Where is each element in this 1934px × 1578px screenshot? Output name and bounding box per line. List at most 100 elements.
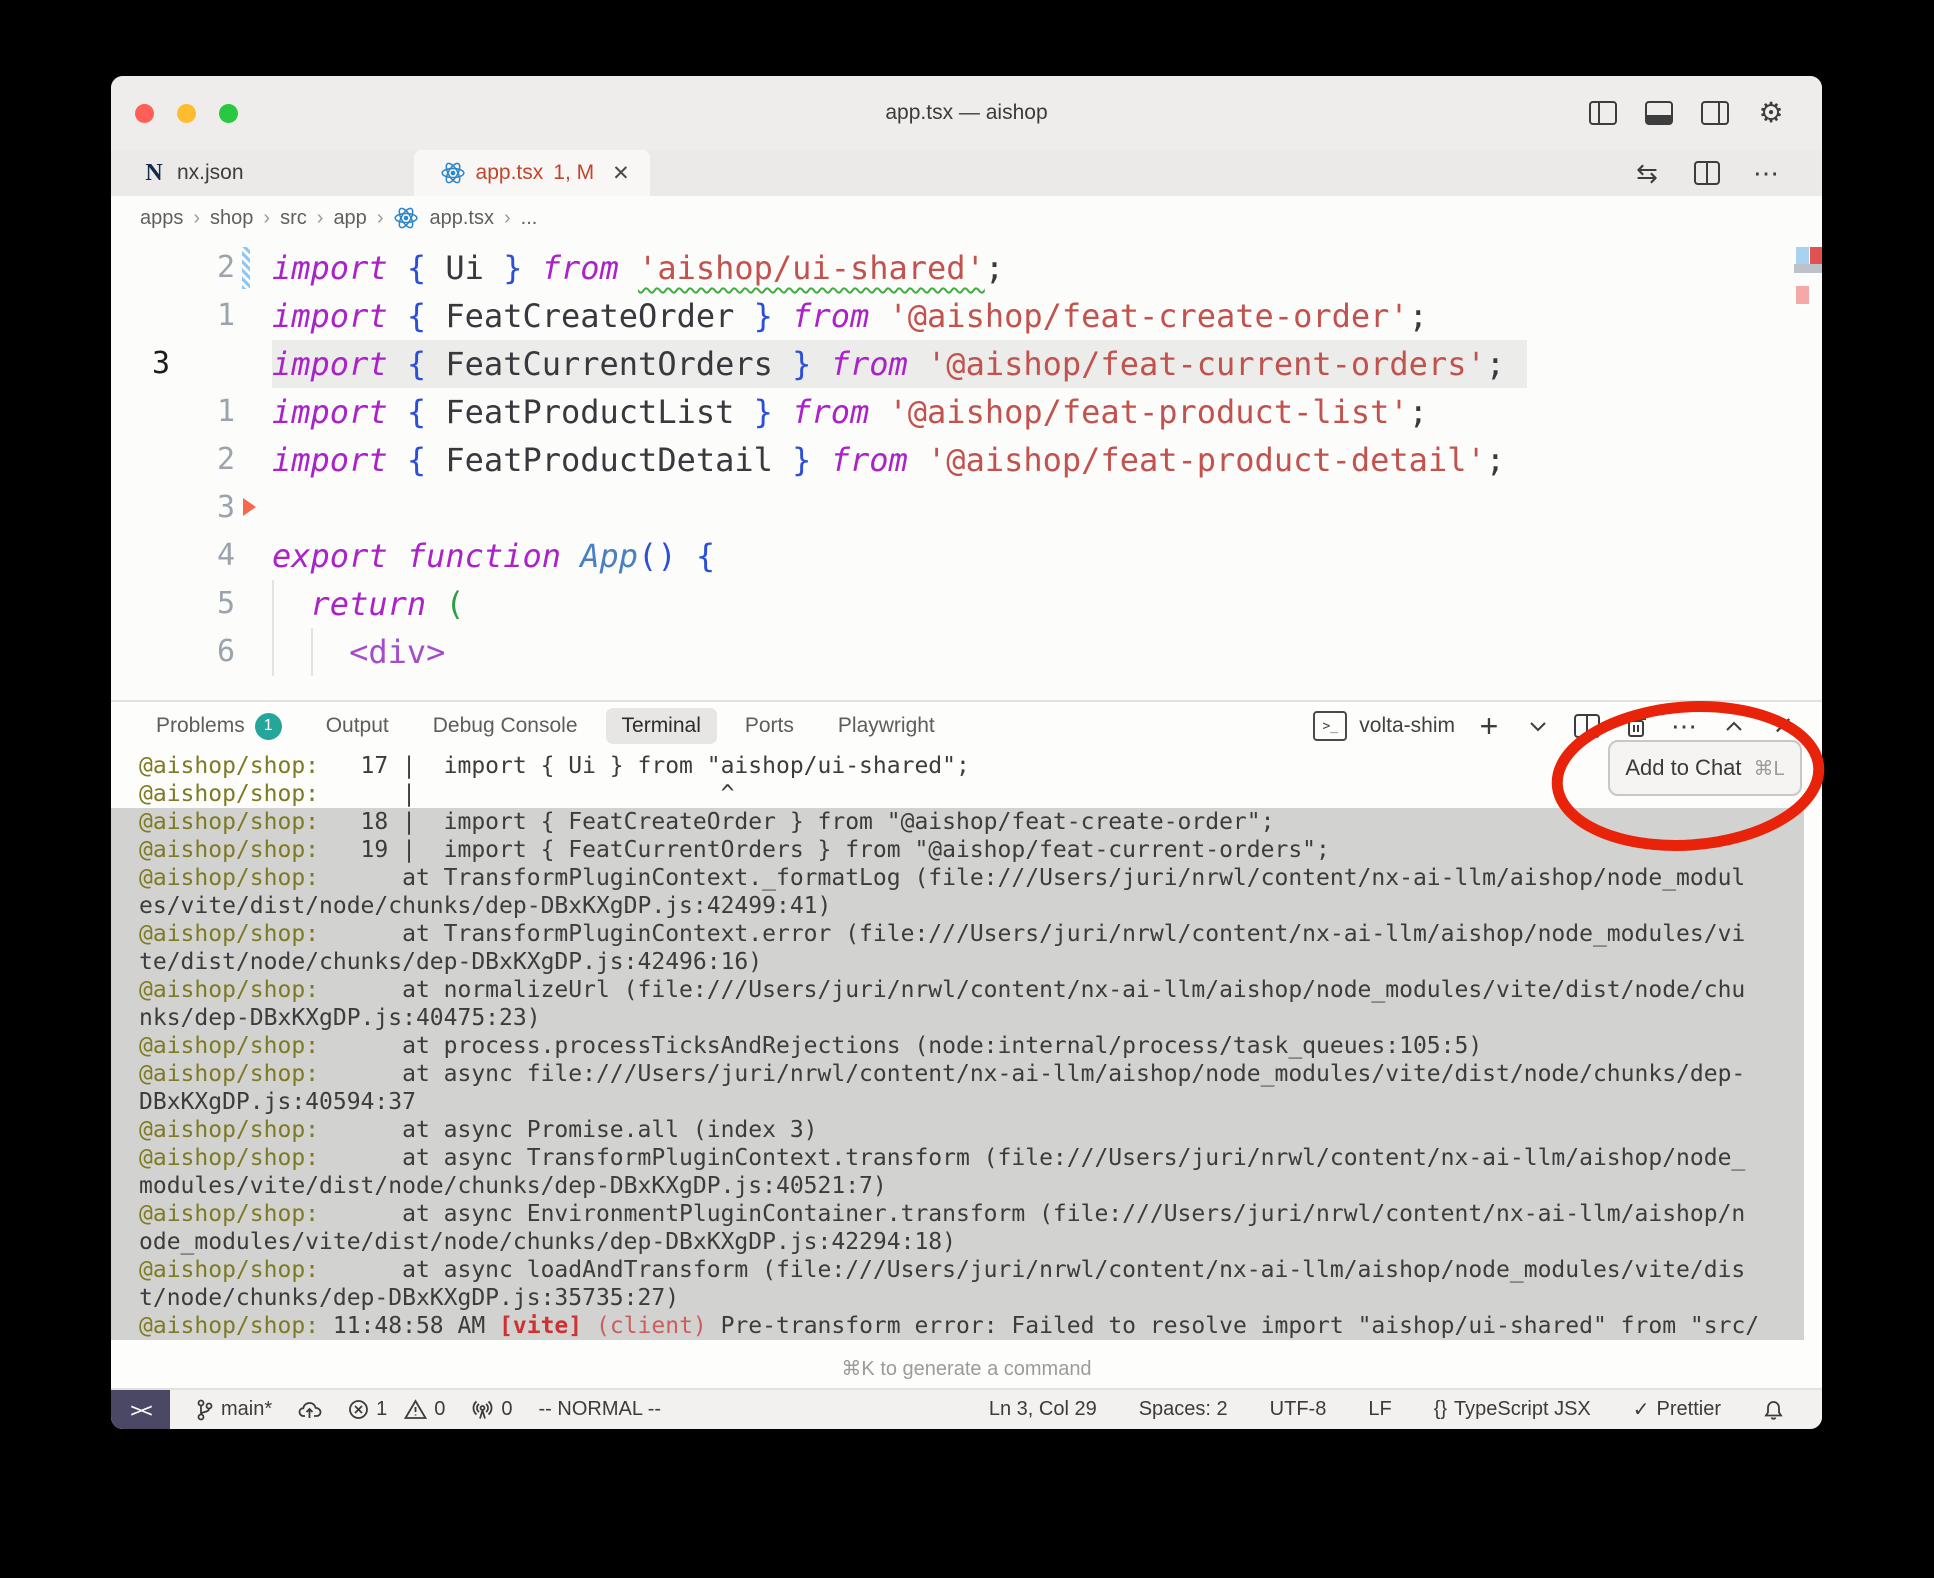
breadcrumb-item-shop[interactable]: shop <box>210 207 253 230</box>
breadcrumb-separator: › <box>504 207 511 230</box>
terminal-line: @aishop/shop: 19 | import { FeatCurrentO… <box>111 836 1804 864</box>
close-panel-icon[interactable]: ✕ <box>1768 711 1798 741</box>
terminal-line: DBxKXgDP.js:40594:37 <box>111 1088 1804 1116</box>
close-tab-icon[interactable]: ✕ <box>612 161 630 186</box>
code-editor[interactable]: 2import { Ui } from 'aishop/ui-shared';1… <box>111 240 1822 700</box>
terminal-line: nks/dep-DBxKXgDP.js:40475:23) <box>111 1004 1804 1032</box>
manage-gear-icon[interactable]: ⚙ <box>1756 98 1786 128</box>
bottom-panel: Problems 1 Output Debug Console Terminal Port… <box>111 700 1822 1388</box>
panel-tab-ports[interactable]: Ports <box>729 708 810 744</box>
terminal-line: @aishop/shop: at async loadAndTransform … <box>111 1256 1804 1284</box>
code-line[interactable]: 1import { FeatProductList } from '@aisho… <box>111 388 1822 436</box>
more-actions-icon[interactable]: ⋯ <box>1752 158 1782 188</box>
problems-count-badge: 1 <box>255 713 282 740</box>
maximize-panel-icon[interactable] <box>1719 711 1749 741</box>
open-changes-icon[interactable]: ⇆ <box>1632 158 1662 188</box>
code-text: import { FeatProductDetail } from '@aish… <box>272 436 1505 484</box>
toggle-secondary-sidebar-icon[interactable] <box>1700 98 1730 128</box>
terminal-line: @aishop/shop: at TransformPluginContext.… <box>111 864 1804 892</box>
terminal-line: @aishop/shop: | ^ <box>111 780 1804 808</box>
breadcrumb-item-apps[interactable]: apps <box>140 207 183 230</box>
terminal-line: @aishop/shop: at async file:///Users/jur… <box>111 1060 1804 1088</box>
terminal-line: @aishop/shop: 17 | import { Ui } from "a… <box>111 752 1804 780</box>
panel-tab-label: Debug Console <box>433 714 578 738</box>
code-line[interactable]: 1import { FeatCreateOrder } from '@aisho… <box>111 292 1822 340</box>
code-line[interactable]: 2import { Ui } from 'aishop/ui-shared'; <box>111 244 1822 292</box>
remote-indicator[interactable]: >< <box>111 1390 170 1429</box>
panel-tab-output[interactable]: Output <box>310 708 405 744</box>
ports-item[interactable]: 0 <box>471 1398 512 1421</box>
titlebar: app.tsx — aishop ⚙ <box>111 76 1822 150</box>
terminal-line: es/vite/dist/node/chunks/dep-DBxKXgDP.js… <box>111 892 1804 920</box>
code-line[interactable]: 6 <div> <box>111 628 1822 676</box>
terminal-hint: ⌘K to generate a command <box>111 1356 1822 1381</box>
panel-tab-label: Output <box>326 714 389 738</box>
code-line[interactable]: 3 <box>111 484 1822 532</box>
line-number: 6 <box>111 628 235 676</box>
code-line[interactable]: 2import { FeatProductDetail } from '@ais… <box>111 436 1822 484</box>
terminal-instance[interactable]: >_ volta-shim <box>1313 711 1455 741</box>
code-text: import { Ui } from 'aishop/ui-shared'; <box>272 244 1004 292</box>
panel-tab-label: Playwright <box>838 714 935 738</box>
terminal-dropdown-icon[interactable] <box>1523 711 1553 741</box>
tabstrip-actions: ⇆ ⋯ <box>1632 150 1822 196</box>
line-number: 5 <box>111 580 235 628</box>
problems-errors-item[interactable]: 1 0 <box>348 1398 445 1421</box>
code-text: import { FeatCurrentOrders } from '@aish… <box>272 340 1527 388</box>
publish-cloud-icon[interactable] <box>298 1400 322 1420</box>
check-icon: ✓ <box>1633 1397 1650 1422</box>
code-text: return ( <box>272 580 465 628</box>
toggle-primary-sidebar-icon[interactable] <box>1588 98 1618 128</box>
terminal-line: t/node/chunks/dep-DBxKXgDP.js:35735:27) <box>111 1284 1804 1312</box>
kill-terminal-icon[interactable] <box>1621 711 1651 741</box>
git-branch-item[interactable]: main* <box>196 1398 272 1421</box>
language-mode-item[interactable]: {} TypeScript JSX <box>1434 1398 1591 1421</box>
code-line[interactable]: 3 import { FeatCurrentOrders } from '@ais… <box>111 340 1822 388</box>
terminal-line: @aishop/shop: 18 | import { FeatCreateOr… <box>111 808 1804 836</box>
code-line[interactable]: 5 return ( <box>111 580 1822 628</box>
split-terminal-icon[interactable] <box>1572 711 1602 741</box>
panel-actions: >_ volta-shim + ⋯ <box>1313 711 1798 741</box>
tab-label: nx.json <box>177 161 244 185</box>
breadcrumb: apps›shop›src›app›app.tsx›... <box>111 196 1822 240</box>
split-editor-icon[interactable] <box>1692 158 1722 188</box>
vim-mode-indicator[interactable]: -- NORMAL -- <box>539 1398 662 1421</box>
panel-tab-playwright[interactable]: Playwright <box>822 708 951 744</box>
panel-tab-label: Terminal <box>622 714 701 738</box>
editor-tab-app.tsx[interactable]: app.tsx1, M✕ <box>414 150 650 196</box>
terminal-line: @aishop/shop: at process.processTicksAnd… <box>111 1032 1804 1060</box>
panel-tab-debug-console[interactable]: Debug Console <box>417 708 594 744</box>
encoding-item[interactable]: UTF-8 <box>1270 1398 1327 1421</box>
line-number: 1 <box>111 388 235 436</box>
line-number: 4 <box>111 532 235 580</box>
window-title: app.tsx — aishop <box>111 101 1822 125</box>
formatter-item[interactable]: ✓ Prettier <box>1633 1397 1721 1422</box>
eol-item[interactable]: LF <box>1368 1398 1391 1421</box>
notifications-bell-icon[interactable] <box>1763 1399 1784 1421</box>
code-text: <div> <box>272 628 445 676</box>
breadcrumb-separator: › <box>263 207 270 230</box>
panel-tab-label: Problems <box>156 714 245 738</box>
breadcrumb-item-apptsx[interactable]: app.tsx <box>429 207 493 230</box>
panel-tab-label: Ports <box>745 714 794 738</box>
line-number: 3 <box>111 340 235 388</box>
editor-tab-nx.json[interactable]: Nnx.json <box>111 150 324 196</box>
cursor-position-item[interactable]: Ln 3, Col 29 <box>989 1398 1097 1421</box>
toggle-panel-icon[interactable] <box>1644 98 1674 128</box>
git-branch-icon <box>196 1399 214 1421</box>
terminal-output[interactable]: @aishop/shop: 17 | import { Ui } from "a… <box>111 750 1822 1340</box>
indentation-item[interactable]: Spaces: 2 <box>1139 1398 1228 1421</box>
more-actions-icon[interactable]: ⋯ <box>1670 711 1700 741</box>
new-terminal-icon[interactable]: + <box>1474 711 1504 741</box>
panel-tab-terminal[interactable]: Terminal <box>606 708 717 744</box>
breadcrumb-item-[interactable]: ... <box>521 207 538 230</box>
breadcrumb-item-app[interactable]: app <box>333 207 366 230</box>
panel-tab-problems[interactable]: Problems 1 <box>140 707 298 746</box>
terminal-line: @aishop/shop: at TransformPluginContext.… <box>111 920 1804 948</box>
breadcrumb-item-src[interactable]: src <box>280 207 307 230</box>
broadcast-tower-icon <box>471 1399 494 1420</box>
code-line[interactable]: 4export function App() { <box>111 532 1822 580</box>
gutter-arrow-marker <box>243 498 256 516</box>
status-bar: >< main* 1 <box>111 1388 1822 1429</box>
add-to-chat-tooltip[interactable]: Add to Chat ⌘L <box>1608 740 1802 796</box>
